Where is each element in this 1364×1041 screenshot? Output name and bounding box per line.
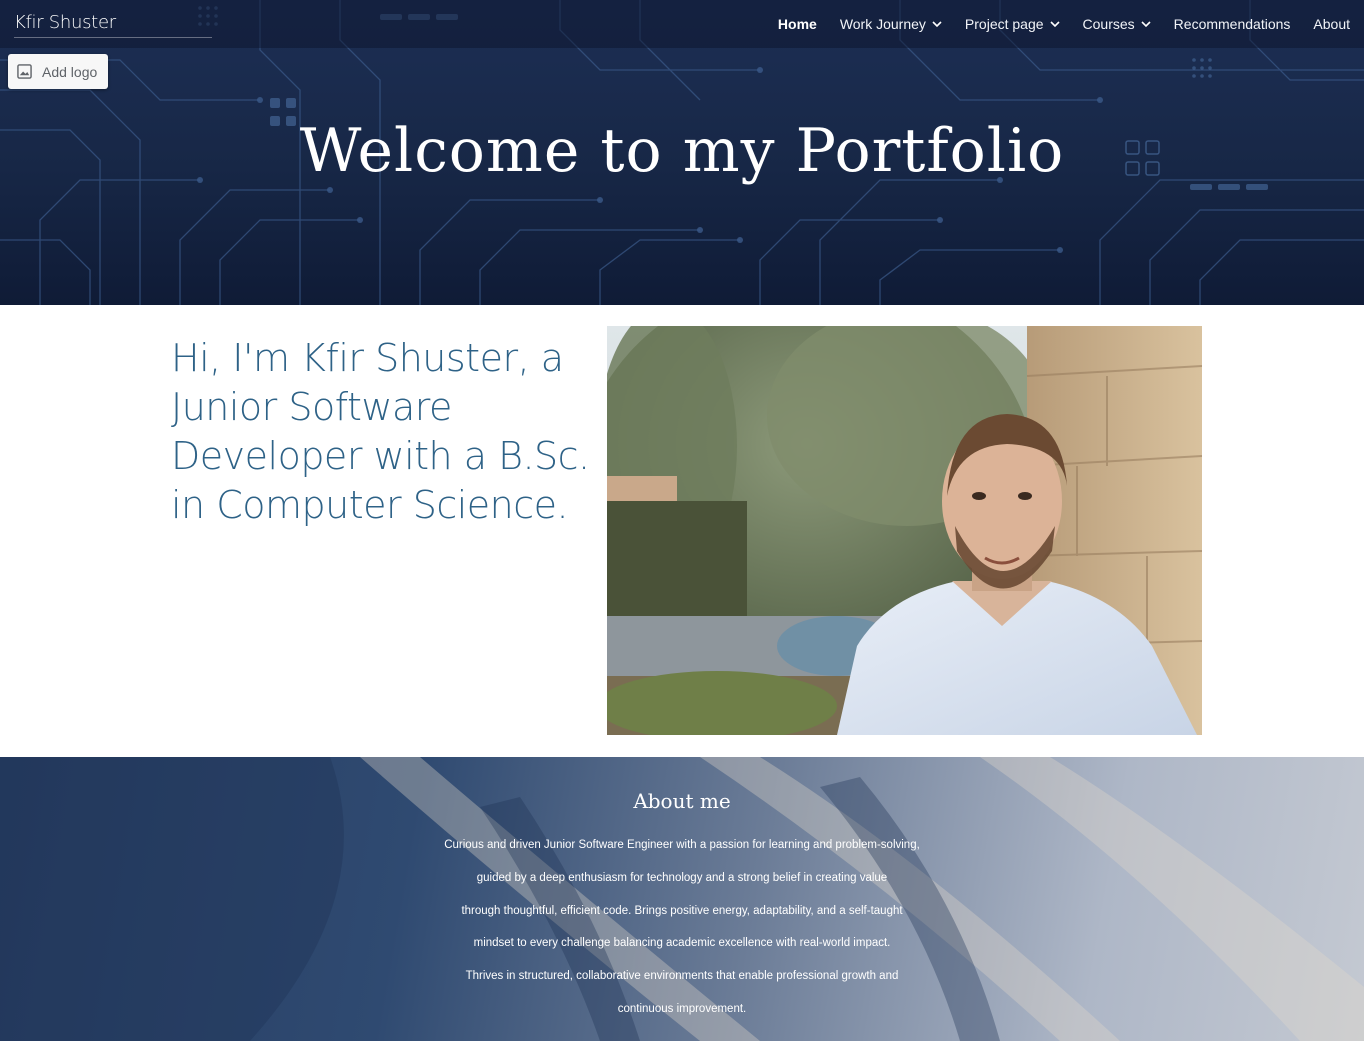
about-line: mindset to every challenge balancing aca… [473, 937, 891, 950]
about-section: About me Curious and driven Junior Softw… [0, 757, 1364, 1041]
about-line: continuous improvement. [617, 1002, 747, 1015]
portrait-image [607, 326, 1202, 735]
nav-item-label: Home [777, 16, 817, 32]
nav-item-home[interactable]: Home [778, 16, 817, 32]
nav-item-label: Project page [964, 16, 1044, 32]
chevron-down-icon[interactable] [1049, 19, 1060, 29]
profile-photo [607, 326, 1202, 735]
add-logo-button[interactable]: Add logo [8, 54, 108, 89]
about-body: Curious and driven Junior Software Engin… [432, 829, 932, 1026]
intro-heading: Hi, I'm Kfir Shuster, a Junior Software … [171, 336, 590, 527]
nav-item-label: About [1313, 16, 1350, 32]
hero-title: Welcome to my Portfolio [299, 116, 1065, 186]
chevron-down-icon[interactable] [932, 19, 942, 29]
nav-item-recommendations[interactable]: Recommendations [1174, 16, 1291, 32]
about-line: guided by a deep enthusiasm for technolo… [476, 871, 888, 884]
site-title[interactable]: Kfir Shuster [14, 12, 116, 33]
about-title: About me [633, 789, 731, 813]
add-logo-label: Add logo [42, 63, 98, 80]
nav-item-label: Recommendations [1173, 16, 1291, 32]
chevron-down-icon[interactable] [1141, 19, 1151, 29]
nav-item-about[interactable]: About [1313, 16, 1350, 32]
about-line: Curious and driven Junior Software Engin… [444, 839, 920, 851]
hero-banner: Kfir Shuster Home Work Journey Project p… [0, 0, 1364, 305]
main-nav: Home Work Journey Project page Courses R… [765, 0, 1360, 48]
image-icon [17, 64, 32, 79]
site-title-underline [14, 37, 212, 38]
nav-item-label: Work Journey [839, 16, 926, 32]
nav-item-courses[interactable]: Courses [1083, 16, 1151, 32]
nav-item-label: Courses [1082, 16, 1135, 32]
nav-item-project-page[interactable]: Project page [965, 16, 1060, 32]
nav-item-work-journey[interactable]: Work Journey [840, 16, 942, 32]
about-line: through thoughtful, efficient code. Brin… [461, 904, 903, 917]
navbar: Kfir Shuster Home Work Journey Project p… [0, 0, 1364, 48]
about-line: Thrives in structured, collaborative env… [465, 970, 899, 983]
